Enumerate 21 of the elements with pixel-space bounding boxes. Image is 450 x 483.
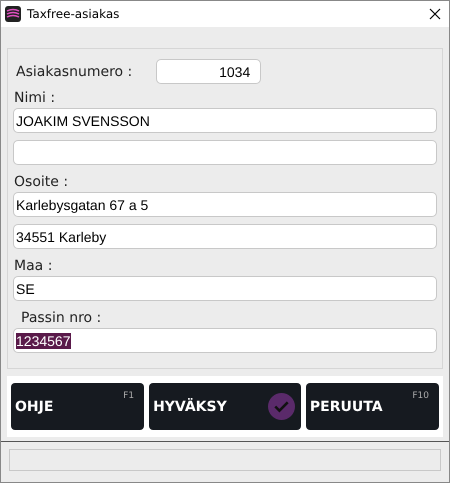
shortcut-label: F10 bbox=[412, 391, 429, 401]
field-label: Maa : bbox=[13, 257, 54, 276]
field-label: Asiakasnumero : bbox=[15, 62, 132, 82]
accept-button[interactable]: HYVÄKSY bbox=[149, 383, 301, 430]
input-field[interactable]: 1034 bbox=[156, 59, 262, 84]
input-field[interactable]: Karlebysgatan 67 a 5 bbox=[13, 192, 437, 217]
field-label: Osoite : bbox=[13, 173, 70, 192]
shortcut-label: F1 bbox=[123, 391, 134, 401]
window-title: Taxfree-asiakas bbox=[27, 7, 120, 21]
action-button[interactable]: PERUUTA F10 bbox=[306, 383, 439, 430]
input-field[interactable]: 1234567 bbox=[13, 328, 437, 353]
app-logo-icon bbox=[5, 6, 21, 22]
input-field[interactable] bbox=[13, 140, 437, 165]
input-field[interactable]: SE bbox=[13, 276, 437, 301]
action-button[interactable]: OHJE F1 bbox=[11, 383, 144, 430]
field-label: Passin nro : bbox=[20, 309, 102, 328]
input-field[interactable]: 34551 Karleby bbox=[13, 224, 437, 249]
input-field[interactable]: JOAKIM SVENSSON bbox=[13, 108, 437, 133]
close-icon[interactable] bbox=[429, 8, 441, 20]
field-label: Nimi : bbox=[13, 89, 56, 108]
check-circle-icon bbox=[268, 393, 295, 420]
